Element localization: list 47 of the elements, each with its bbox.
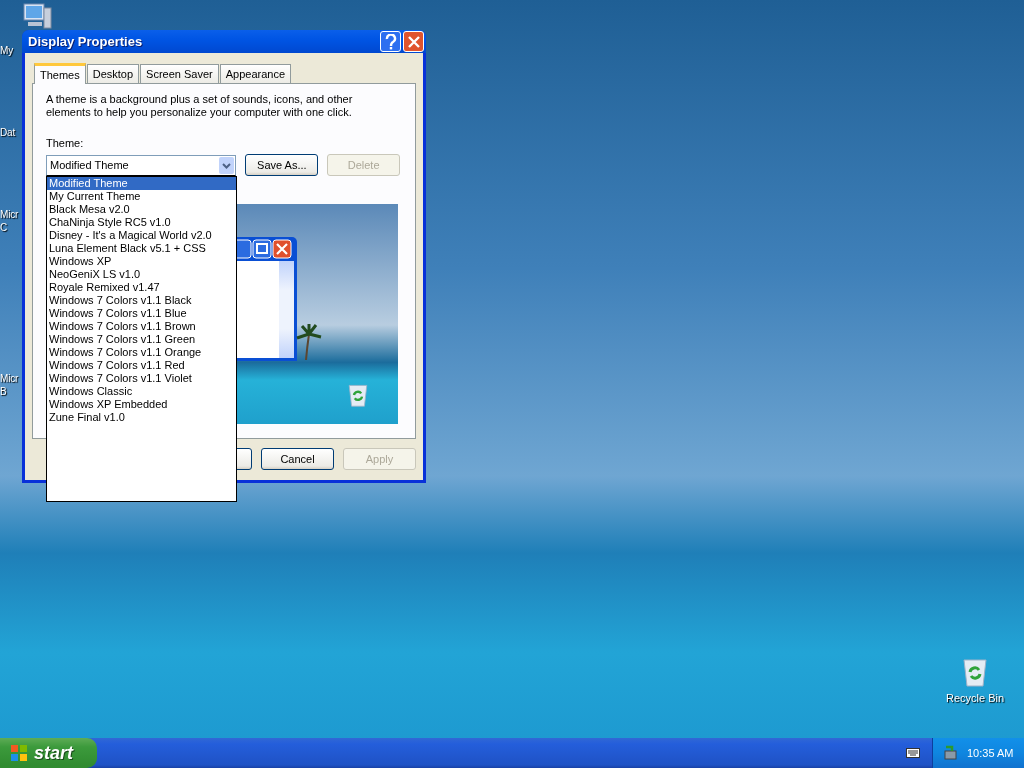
theme-list-item[interactable]: Royale Remixed v1.47 [47,281,236,294]
theme-list-item[interactable]: Zune Final v1.0 [47,411,236,424]
dialog-button[interactable]: Cancel [261,448,334,470]
clock: 10:35 AM [967,747,1014,759]
close-button[interactable] [403,31,424,52]
theme-label: Theme: [46,137,85,149]
tab[interactable]: Screen Saver [140,64,219,83]
theme-list-item[interactable]: Windows 7 Colors v1.1 Black [47,294,236,307]
caret-icon[interactable] [219,156,235,174]
theme-list-item[interactable]: Windows XP [47,255,236,268]
description-text: A theme is a background plus a set of sounds, icons, and other elements to help you personalize your computer with one click. [46,93,354,119]
help-button[interactable] [380,31,401,52]
theme-list-item[interactable]: Windows Classic [47,385,236,398]
theme-list-item[interactable]: Disney - It's a Magical World v2.0 [47,229,236,242]
windows-flag-icon [10,744,28,762]
palm-tree-icon [294,322,324,362]
theme-list-item[interactable]: My Current Theme [47,190,236,203]
theme-list-item[interactable]: ChaNinja Style RC5 v1.0 [47,216,236,229]
theme-list-item[interactable]: Black Mesa v2.0 [47,203,236,216]
theme-list-item[interactable]: Windows 7 Colors v1.1 Orange [47,346,236,359]
window-title: Display Properties [27,34,144,49]
dialog-button[interactable]: Save As... [245,154,319,176]
computer-icon[interactable] [20,2,52,32]
recycle-bin-icon [346,382,370,408]
keyboard-icon[interactable] [906,748,920,758]
theme-list-item[interactable]: Windows 7 Colors v1.1 Violet [47,372,236,385]
start-button[interactable]: start [0,738,97,768]
network-icon[interactable] [943,745,959,761]
desktop-icon-label[interactable]: My [0,45,13,56]
recycle-bin-icon[interactable] [960,656,990,688]
theme-dropdown[interactable]: Modified Theme [46,154,237,176]
close-icon [407,35,420,48]
theme-list-item[interactable]: Windows 7 Colors v1.1 Red [47,359,236,372]
tab[interactable]: Appearance [219,64,292,83]
theme-list-item[interactable]: Windows XP Embedded [47,398,236,411]
tab[interactable]: Themes [34,63,86,84]
tab[interactable]: Desktop [86,64,140,83]
theme-list-item[interactable]: Windows 7 Colors v1.1 Green [47,333,236,346]
theme-list-item[interactable]: Windows 7 Colors v1.1 Brown [47,320,236,333]
theme-list-item[interactable]: Luna Element Black v5.1 + CSS [47,242,236,255]
desktop-icon-label[interactable]: Micr [0,209,19,220]
help-icon [383,33,398,50]
desktop-icon-label[interactable]: C [0,222,8,233]
theme-list-item[interactable]: Modified Theme [47,177,236,190]
desktop-icon-label[interactable]: Dat [0,127,15,138]
theme-list-item[interactable]: NeoGeniX LS v1.0 [47,268,236,281]
theme-list-item[interactable]: Windows 7 Colors v1.1 Blue [47,307,236,320]
